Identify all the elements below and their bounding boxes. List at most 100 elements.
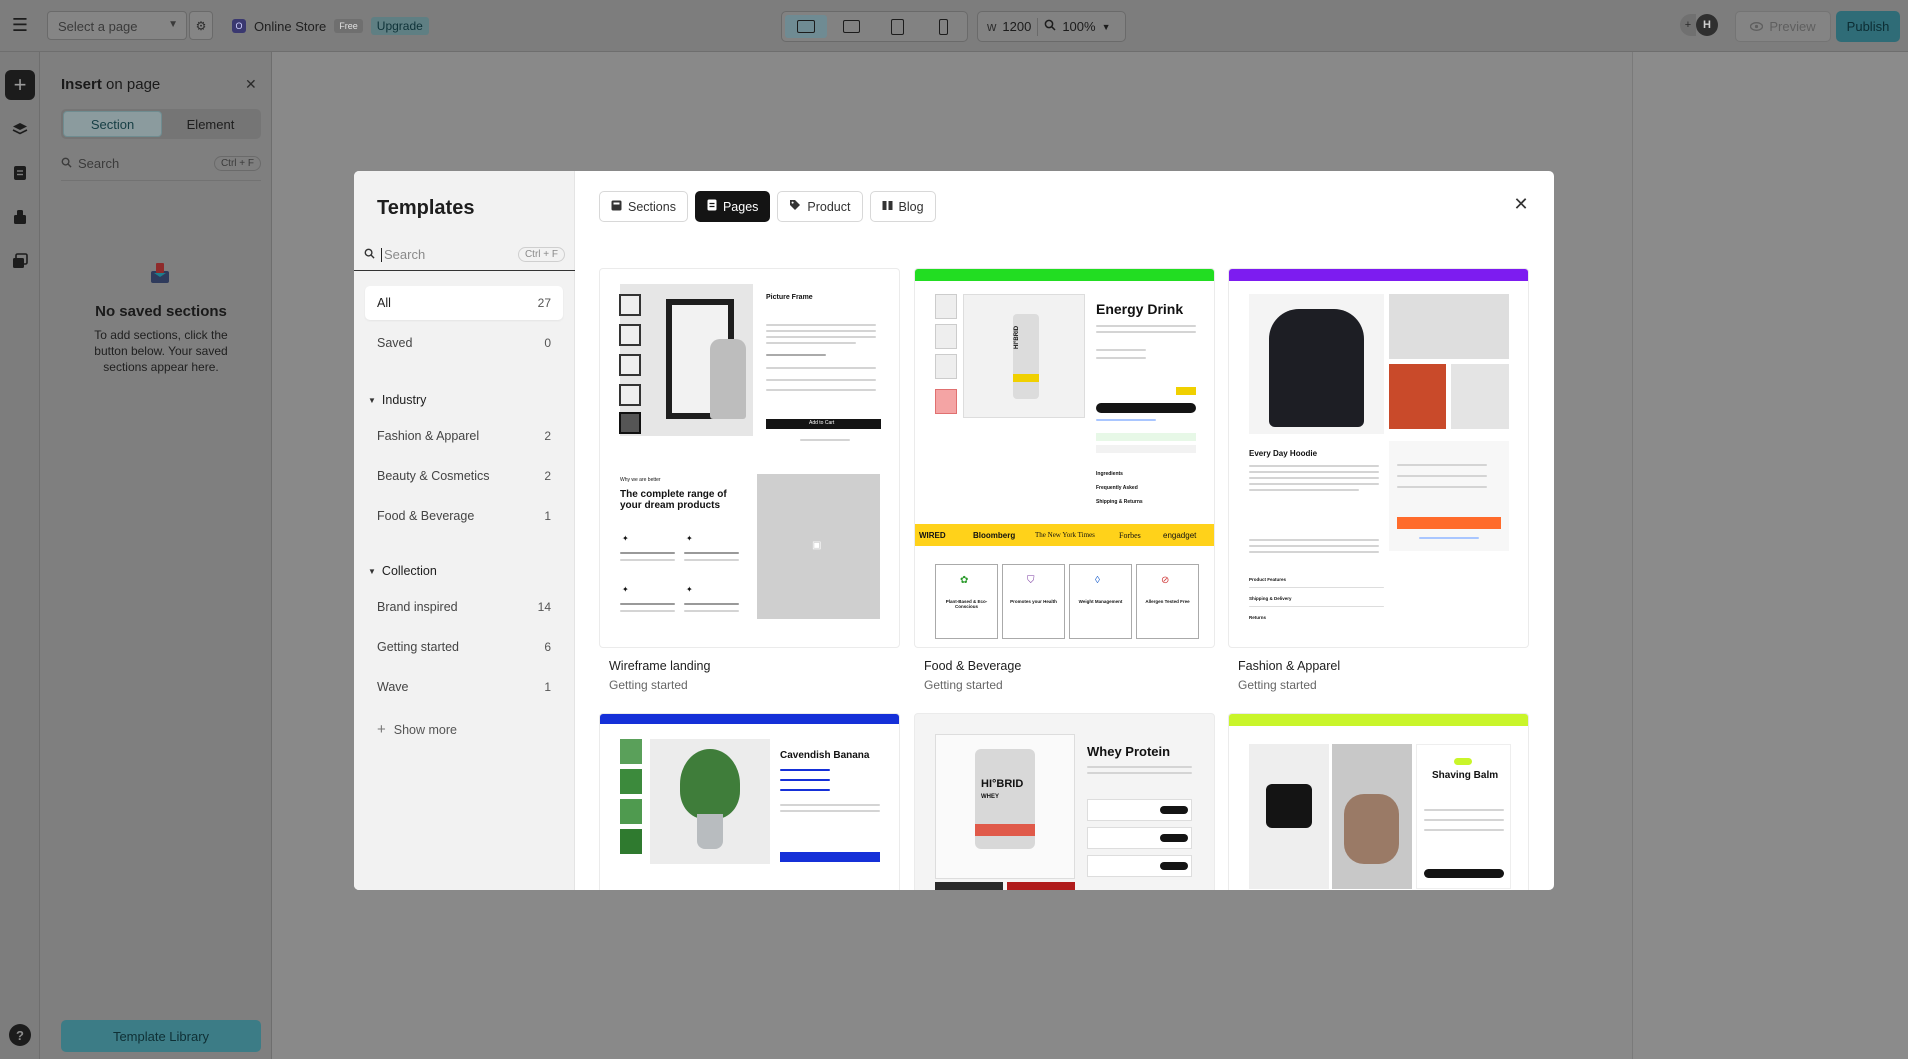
preview-text-line (684, 603, 739, 605)
tab-element[interactable]: Element (162, 111, 259, 137)
preview-text-line (620, 610, 675, 612)
menu-icon[interactable]: ☰ (0, 0, 40, 52)
preview-announcement-bar (915, 269, 1214, 281)
canvas-size-controls: w 1200 100% ▼ (977, 11, 1126, 42)
collaborators[interactable]: + H (1680, 14, 1718, 36)
category-beauty-cosmetics[interactable]: Beauty & Cosmetics 2 (365, 459, 563, 493)
preview-label: Why we are better (620, 477, 661, 483)
template-card-fashion-apparel[interactable]: Every Day Hoodie Product Features Shippi… (1228, 268, 1529, 692)
laptop-view-button[interactable] (831, 15, 873, 38)
mobile-icon (938, 18, 948, 35)
preview-text-line (620, 559, 675, 561)
media-icon[interactable] (5, 246, 35, 276)
preview-text-line (780, 789, 830, 791)
insert-tabs: Section Element (61, 109, 261, 139)
template-thumbnail[interactable]: Every Day Hoodie Product Features Shippi… (1228, 268, 1529, 648)
preview-text-line (1424, 819, 1504, 821)
feature-icon: ✦ (622, 585, 629, 594)
preview-brand-sub: WHEY (981, 794, 999, 800)
layers-icon[interactable] (5, 114, 35, 144)
template-thumbnail[interactable]: HI°BRID WHEY Whey Protein (914, 713, 1215, 890)
add-collaborator-icon[interactable]: + (1680, 14, 1696, 36)
tab-product[interactable]: Product (777, 191, 863, 222)
tab-pages[interactable]: Pages (694, 191, 771, 222)
category-wave[interactable]: Wave 1 (365, 670, 563, 704)
collection-group-toggle[interactable]: ▼ Collection (368, 564, 437, 578)
page-select[interactable]: Select a page ▼ (47, 11, 187, 40)
width-input[interactable]: 1200 (1002, 19, 1031, 34)
preview-text-line (1087, 772, 1192, 774)
preview-text-line (684, 610, 739, 612)
preview-button[interactable]: Preview (1735, 11, 1831, 42)
show-more-button[interactable]: + Show more (377, 721, 457, 738)
category-getting-started[interactable]: Getting started 6 (365, 630, 563, 664)
tab-label: Sections (628, 199, 676, 214)
leaf-icon: ✿ (960, 575, 969, 586)
category-count: 1 (544, 680, 551, 694)
template-card-food-beverage[interactable]: HI°BRID Energy Drink Ingredients Frequen… (914, 268, 1215, 692)
tablet-view-button[interactable] (877, 15, 919, 38)
insert-icon[interactable]: + (5, 70, 35, 100)
category-saved[interactable]: Saved 0 (365, 326, 563, 360)
group-title: Industry (381, 393, 427, 407)
empty-state-text: To add sections, click the button below.… (94, 328, 228, 374)
category-all[interactable]: All 27 (365, 286, 563, 320)
preview-text-line (780, 779, 830, 781)
tab-label: Product (807, 199, 851, 214)
preview-accordion-item: Shipping & Delivery (1249, 596, 1292, 601)
avatar[interactable]: H (1696, 14, 1718, 36)
template-library-button[interactable]: Template Library (61, 1020, 261, 1052)
templates-modal: Templates Search Ctrl + F All 27 Saved 0… (354, 171, 1554, 890)
preview-press-logo: WIRED (919, 531, 946, 540)
template-card-whey-protein[interactable]: HI°BRID WHEY Whey Protein (914, 713, 1215, 890)
caret-down-icon: ▼ (368, 395, 376, 405)
preview-text-line (766, 367, 876, 369)
preview-text-line (620, 603, 675, 605)
template-thumbnail[interactable]: HI°BRID Energy Drink Ingredients Frequen… (914, 268, 1215, 648)
template-thumbnail[interactable]: Shaving Balm (1228, 713, 1529, 890)
close-icon[interactable]: ✕ (1509, 192, 1533, 216)
close-icon[interactable]: ✕ (245, 76, 257, 93)
category-label: Wave (377, 680, 409, 694)
pages-icon[interactable] (5, 158, 35, 188)
preview-announcement-bar (600, 714, 899, 724)
template-card-banana[interactable]: Cavendish Banana (599, 713, 900, 890)
insert-search[interactable]: Search Ctrl + F (61, 153, 261, 173)
template-thumbnail[interactable]: Picture Frame Add to Cart Why we are bet… (599, 268, 900, 648)
category-count: 2 (544, 429, 551, 443)
desktop-view-button[interactable] (785, 15, 827, 38)
category-fashion-apparel[interactable]: Fashion & Apparel 2 (365, 419, 563, 453)
preview-text-line (684, 559, 739, 561)
preview-text-line (1096, 357, 1146, 359)
template-thumbnail[interactable]: Cavendish Banana (599, 713, 900, 890)
preview-image (1389, 364, 1446, 429)
zoom-select[interactable]: 100% (1062, 19, 1095, 34)
preview-text-line (1424, 829, 1504, 831)
help-icon[interactable]: ? (9, 1024, 31, 1046)
preview-text-line (1249, 539, 1379, 541)
inbox-icon (150, 262, 170, 284)
apps-icon[interactable] (5, 202, 35, 232)
caret-down-icon: ▼ (368, 566, 376, 576)
template-card-shaving-balm[interactable]: Shaving Balm (1228, 713, 1529, 890)
upgrade-link[interactable]: Upgrade (370, 17, 429, 35)
preview-button (1160, 862, 1188, 870)
category-count: 27 (537, 296, 551, 310)
search-input[interactable]: Search (384, 247, 425, 262)
empty-state-title: No saved sections (95, 303, 227, 320)
publish-button[interactable]: Publish (1836, 11, 1900, 42)
preview-press-logo: The New York Times (1035, 531, 1095, 539)
search-input[interactable]: Search (78, 156, 119, 171)
category-food-beverage[interactable]: Food & Beverage 1 (365, 499, 563, 533)
tab-blog[interactable]: Blog (869, 191, 936, 222)
templates-search[interactable]: Search Ctrl + F (354, 239, 575, 271)
industry-group-toggle[interactable]: ▼ Industry (368, 393, 426, 407)
template-card-wireframe-landing[interactable]: Picture Frame Add to Cart Why we are bet… (599, 268, 900, 692)
tab-section[interactable]: Section (63, 111, 162, 137)
category-brand-inspired[interactable]: Brand inspired 14 (365, 590, 563, 624)
mobile-view-button[interactable] (922, 15, 964, 38)
tab-sections[interactable]: Sections (599, 191, 688, 222)
preview-text-line (1424, 809, 1504, 811)
store-name: Online Store (254, 18, 327, 34)
page-settings-button[interactable]: ⚙ (189, 11, 213, 40)
